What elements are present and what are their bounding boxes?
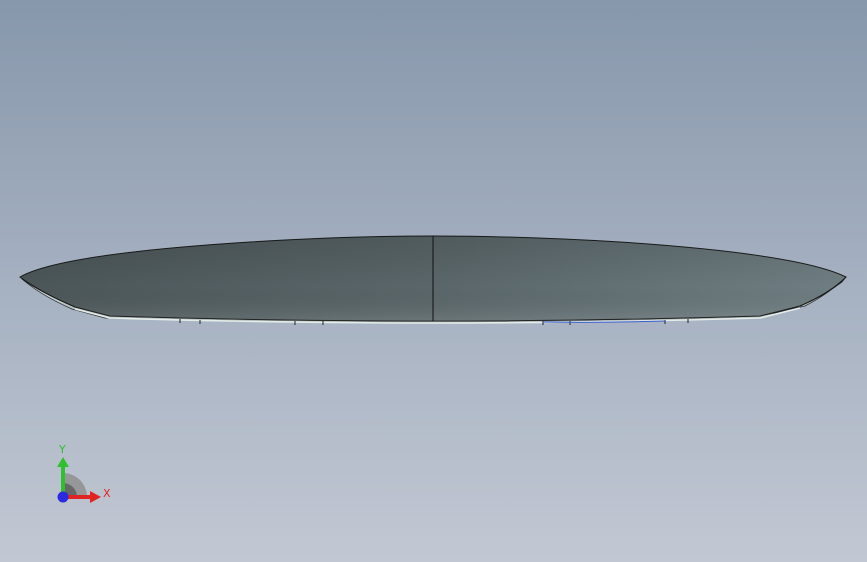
z-axis-dot — [57, 491, 69, 503]
x-axis-label: X — [103, 487, 111, 500]
graphics-viewport[interactable]: Y X — [0, 0, 867, 562]
model-view[interactable] — [0, 0, 867, 562]
x-axis-arrowhead — [90, 491, 101, 503]
y-axis-label: Y — [59, 443, 66, 456]
y-axis-arrowhead — [57, 457, 69, 467]
